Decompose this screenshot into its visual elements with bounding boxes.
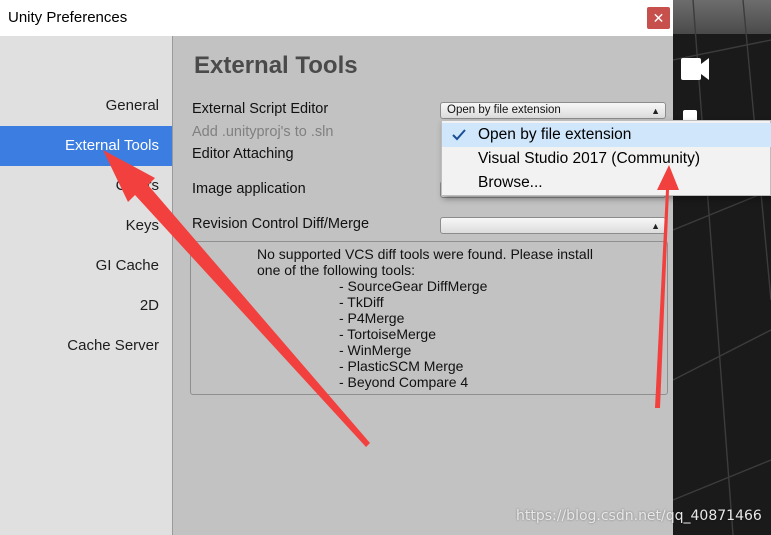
vcs-message-line: one of the following tools: [257,262,415,278]
window-title: Unity Preferences [8,9,128,26]
sidebar-item-2d[interactable]: 2D [0,286,172,326]
vcs-tool-item: - WinMerge [339,342,412,358]
vcs-tool-item: - TortoiseMerge [339,326,437,342]
dropdown-arrows-icon: ▲︎ [651,106,660,116]
add-unityproj-checkbox-label: Add .unityproj's to .sln [192,124,334,140]
sidebar-item-keys[interactable]: Keys [0,206,172,246]
menu-item-visual-studio-2017[interactable]: Visual Studio 2017 (Community) [442,147,771,171]
external-script-editor-value: Open by file extension [447,104,561,116]
revision-control-dropdown[interactable]: ▲︎ [440,217,666,234]
menu-item-browse[interactable]: Browse... [442,171,771,195]
external-script-editor-dropdown[interactable]: Open by file extension ▲︎ [440,102,666,119]
page-title: External Tools [194,52,358,79]
preferences-sidebar: General External Tools Colors Keys GI Ca… [0,36,173,535]
preferences-window: Unity Preferences ✕ General External Too… [0,0,673,535]
vcs-help-box: No supported VCS diff tools were found. … [190,241,668,395]
vcs-message-line: No supported VCS diff tools were found. … [257,246,593,262]
sidebar-item-general[interactable]: General [0,86,172,126]
menu-item-open-by-file-extension[interactable]: Open by file extension [442,123,771,147]
script-editor-popup-menu: Open by file extension Visual Studio 201… [441,120,771,196]
sidebar-item-cache-server[interactable]: Cache Server [0,326,172,366]
scene-view-background [673,0,771,535]
checkmark-icon [452,129,466,141]
revision-control-label: Revision Control Diff/Merge [192,216,370,232]
vcs-tool-item: - P4Merge [339,310,405,326]
vcs-tool-item: - SourceGear DiffMerge [339,278,488,294]
menu-item-label: Visual Studio 2017 (Community) [478,150,700,167]
menu-item-label: Open by file extension [478,126,632,143]
close-button[interactable]: ✕ [647,7,670,29]
sidebar-item-colors[interactable]: Colors [0,166,172,206]
sidebar-item-gi-cache[interactable]: GI Cache [0,246,172,286]
close-icon: ✕ [652,10,665,26]
vcs-tool-item: - TkDiff [339,294,384,310]
vcs-tool-item: - Beyond Compare 4 [339,374,469,390]
watermark-text: https://blog.csdn.net/qq_40871466 [516,508,762,524]
menu-item-label: Browse... [478,174,543,191]
vcs-tool-item: - PlasticSCM Merge [339,358,464,374]
sidebar-item-external-tools[interactable]: External Tools [0,126,172,166]
external-script-editor-label: External Script Editor [192,101,329,117]
title-bar: Unity Preferences ✕ [0,0,673,36]
scene-grid [673,0,771,535]
dropdown-arrows-icon: ▲︎ [651,221,660,231]
editor-attaching-label: Editor Attaching [192,146,294,162]
external-tools-panel: External Tools External Script Editor Op… [173,36,673,535]
image-application-label: Image application [192,181,306,197]
